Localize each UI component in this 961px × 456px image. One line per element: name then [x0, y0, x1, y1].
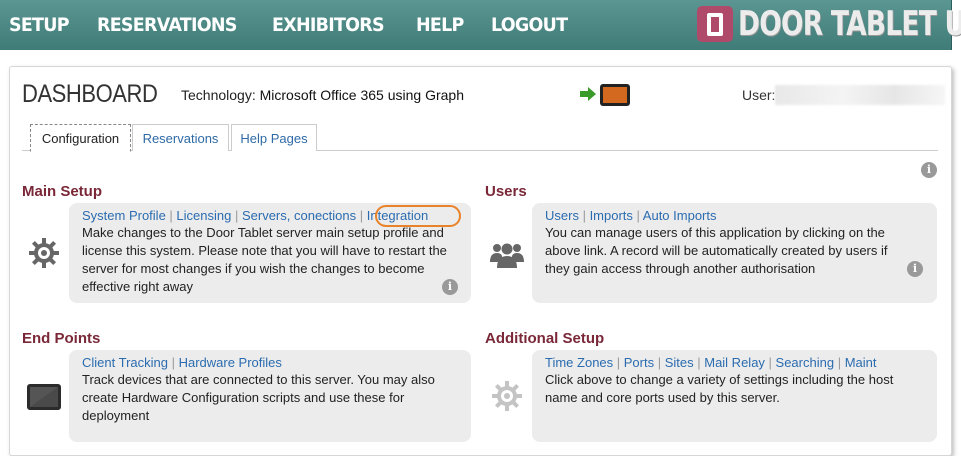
page-title: DASHBOARD	[22, 80, 158, 108]
brand: DOOR TABLET UI	[697, 3, 961, 45]
nav-setup[interactable]: SETUP	[9, 14, 70, 36]
gear-icon	[29, 238, 59, 268]
link-sites[interactable]: Sites	[665, 355, 694, 370]
end-points-description: Track devices that are connected to this…	[82, 372, 435, 423]
link-servers-conections[interactable]: Servers, conections	[242, 208, 356, 223]
nav-logout[interactable]: LOGOUT	[491, 14, 568, 36]
end-points-links: Client Tracking | Hardware Profiles	[82, 355, 282, 370]
main-setup-description: Make changes to the Door Tablet server m…	[82, 225, 447, 294]
users-info-icon[interactable]: i	[907, 261, 923, 277]
cog-icon	[492, 381, 522, 411]
user-value	[775, 85, 945, 105]
tab-bar: Configuration Reservations Help Pages	[22, 124, 938, 152]
link-hardware-profiles[interactable]: Hardware Profiles	[179, 355, 282, 370]
users-icon	[490, 243, 524, 268]
section-title-end-points: End Points	[22, 330, 101, 347]
nav-help[interactable]: HELP	[416, 14, 464, 36]
technology-info: Technology: Microsoft Office 365 using G…	[181, 87, 464, 103]
tablet-status-icon[interactable]	[600, 84, 630, 106]
tab-reservations[interactable]: Reservations	[132, 124, 229, 151]
section-title-additional-setup: Additional Setup	[485, 330, 605, 347]
link-users[interactable]: Users	[545, 208, 579, 223]
link-system-profile[interactable]: System Profile	[82, 208, 166, 223]
section-title-main-setup: Main Setup	[22, 183, 103, 200]
tablet-device-icon	[27, 384, 61, 410]
link-maint[interactable]: Maint	[845, 355, 877, 370]
tab-configuration[interactable]: Configuration	[30, 124, 131, 152]
link-ports[interactable]: Ports	[624, 355, 654, 370]
technology-label: Technology:	[181, 87, 256, 103]
link-client-tracking[interactable]: Client Tracking	[82, 355, 168, 370]
door-logo-icon	[697, 6, 733, 42]
additional-setup-links: Time Zones | Ports | Sites | Mail Relay …	[545, 355, 877, 370]
nav-exhibitors[interactable]: EXHIBITORS	[272, 14, 385, 36]
users-description: You can manage users of this application…	[545, 225, 888, 276]
user-label: User:	[742, 87, 776, 103]
additional-setup-description: Click above to change a variety of setti…	[545, 372, 894, 405]
section-title-users: Users	[485, 183, 527, 200]
link-mail-relay[interactable]: Mail Relay	[704, 355, 765, 370]
technology-value: Microsoft Office 365 using Graph	[259, 87, 465, 103]
users-links: Users | Imports | Auto Imports	[545, 208, 717, 223]
link-imports[interactable]: Imports	[590, 208, 633, 223]
top-nav-bar: SETUP RESERVATIONS EXHIBITORS HELP LOGOU…	[0, 0, 961, 50]
arrow-right-icon	[580, 87, 596, 101]
link-searching[interactable]: Searching	[776, 355, 835, 370]
tab-help-pages[interactable]: Help Pages	[231, 124, 317, 151]
link-licensing[interactable]: Licensing	[176, 208, 231, 223]
main-setup-info-icon[interactable]: i	[442, 279, 458, 295]
link-time-zones[interactable]: Time Zones	[545, 355, 613, 370]
info-icon[interactable]: i	[921, 162, 937, 178]
nav-reservations[interactable]: RESERVATIONS	[97, 14, 237, 36]
main-nav: SETUP RESERVATIONS EXHIBITORS HELP LOGOU…	[0, 0, 588, 50]
link-auto-imports[interactable]: Auto Imports	[643, 208, 717, 223]
brand-name: DOOR TABLET UI	[738, 4, 961, 44]
